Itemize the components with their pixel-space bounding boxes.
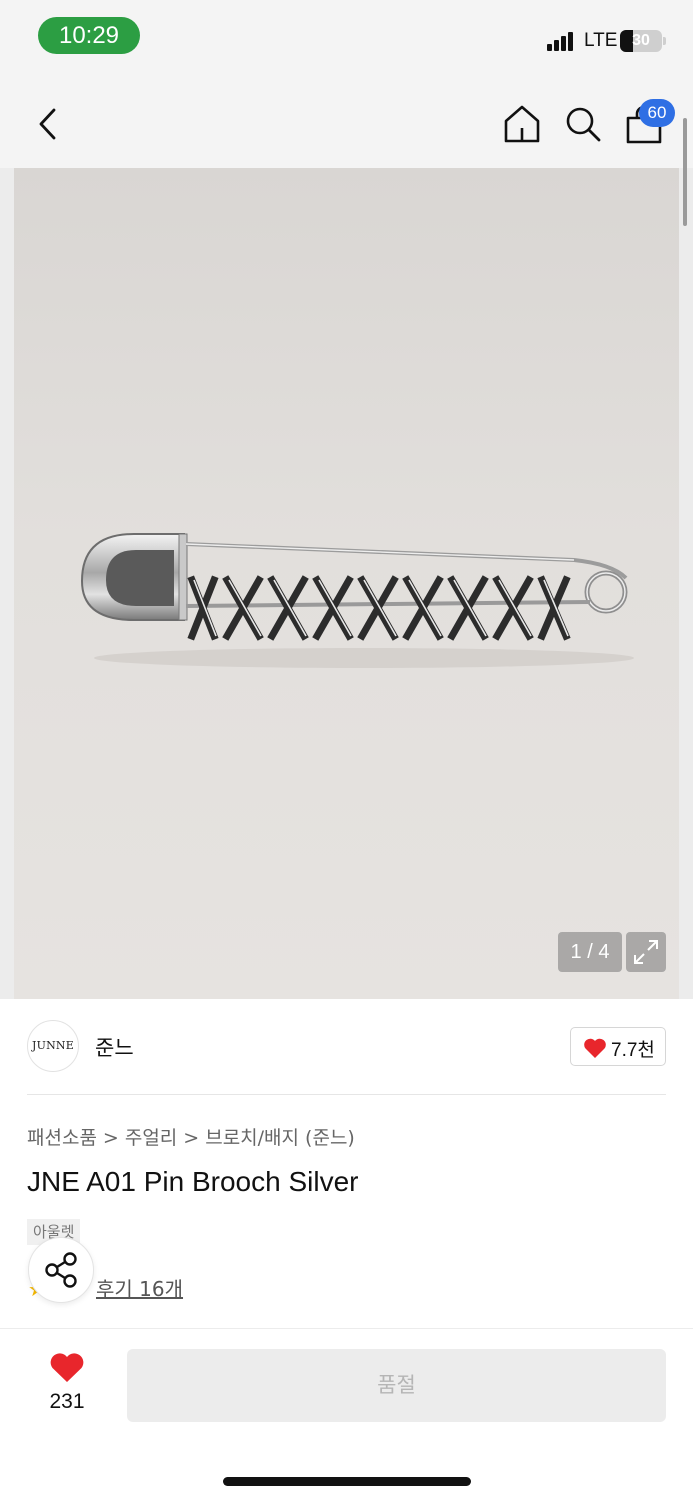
breadcrumb-separator: > [102, 1127, 119, 1149]
expand-icon [634, 940, 658, 964]
signal-icon [547, 31, 577, 51]
share-button[interactable] [28, 1237, 94, 1303]
expand-image-button[interactable] [626, 932, 666, 972]
brand-like-button[interactable]: 7.7천 [570, 1027, 666, 1066]
scroll-indicator[interactable] [683, 118, 687, 226]
gallery-edge-right [679, 168, 693, 999]
network-label: LTE [584, 30, 618, 51]
brand-logo[interactable]: JUNNE [27, 1020, 79, 1072]
wishlist-count: 231 [49, 1390, 85, 1413]
product-title: JNE A01 Pin Brooch Silver [27, 1166, 359, 1197]
back-arrow-icon[interactable] [34, 106, 62, 142]
wishlist-heart-icon[interactable] [49, 1352, 85, 1384]
search-icon[interactable] [564, 105, 602, 143]
breadcrumb-item[interactable]: 브로치/배지 (준느) [205, 1127, 355, 1149]
safety-pin-brooch-image [80, 533, 634, 668]
home-icon[interactable] [503, 104, 541, 144]
battery-icon: 30 [620, 30, 662, 52]
status-bar: 10:29 LTE 30 [0, 0, 693, 72]
soldout-button[interactable]: 품절 [127, 1349, 666, 1422]
cart-count-badge: 60 [639, 99, 675, 127]
home-indicator [223, 1477, 471, 1486]
gallery-page-counter: 1 / 4 [558, 932, 622, 972]
breadcrumb-separator: > [183, 1127, 200, 1149]
status-time: 10:29 [38, 17, 140, 54]
battery-level: 30 [632, 32, 650, 49]
brand-name[interactable]: 준느 [95, 1032, 134, 1062]
section-divider [27, 1094, 666, 1095]
product-image[interactable] [14, 168, 679, 999]
breadcrumb-item[interactable]: 주얼리 [125, 1127, 177, 1149]
gallery-edge-left [0, 168, 14, 999]
heart-icon [584, 1038, 606, 1058]
share-icon [45, 1252, 77, 1288]
breadcrumb: 패션소품 > 주얼리 > 브로치/배지 (준느) [27, 1123, 355, 1150]
bottom-bar-divider [0, 1328, 693, 1329]
battery-tip [663, 37, 666, 45]
brand-like-count: 7.7천 [611, 1040, 655, 1061]
review-link[interactable]: 후기 16개 [96, 1273, 183, 1302]
breadcrumb-item[interactable]: 패션소품 [27, 1127, 97, 1149]
